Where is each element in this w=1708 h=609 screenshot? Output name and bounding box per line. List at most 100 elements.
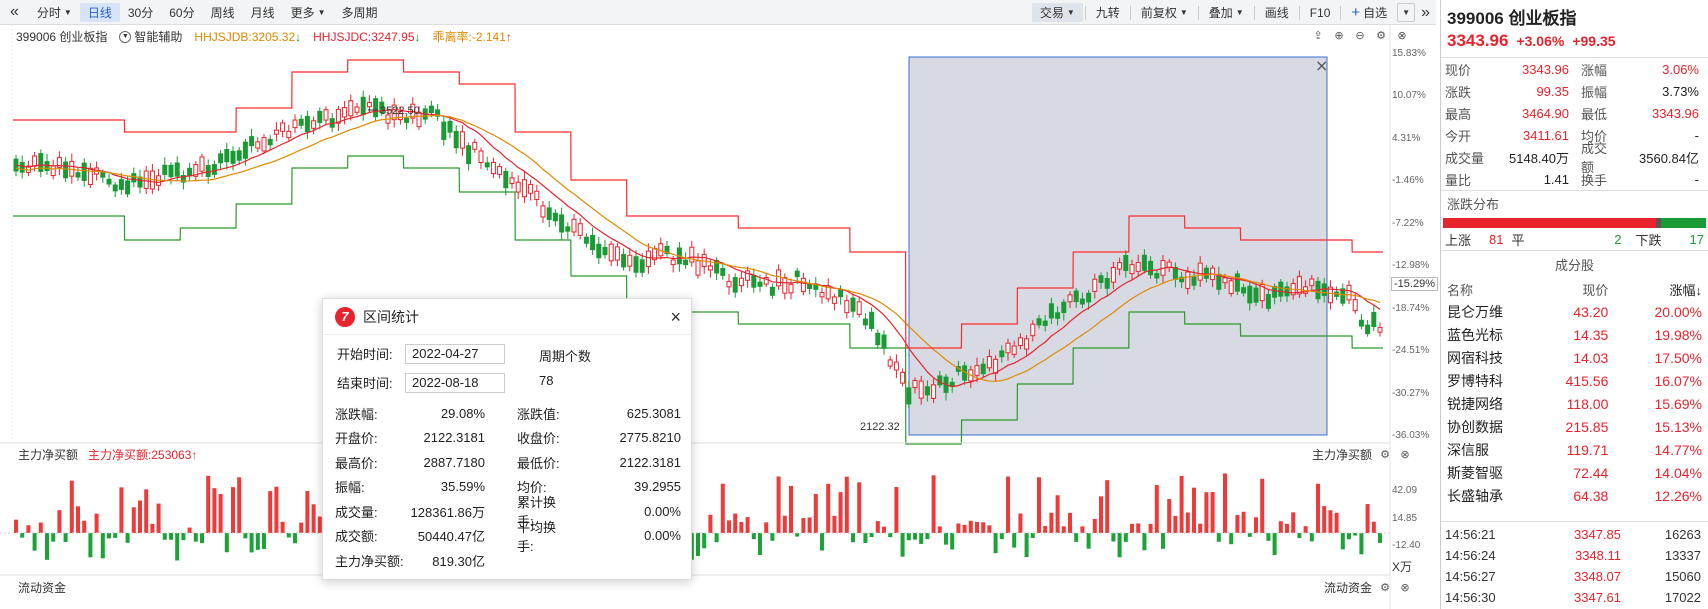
component-row[interactable]: 锐捷网络 118.00 15.69% <box>1441 392 1708 415</box>
candle-body <box>453 130 459 149</box>
volume-bar <box>751 533 756 540</box>
volume-bar <box>1123 533 1128 542</box>
volume-bar <box>32 533 37 551</box>
component-row[interactable]: 罗博特科 415.56 16.07% <box>1441 369 1708 392</box>
volume-bar <box>255 533 260 550</box>
volume-bar <box>739 522 744 533</box>
stats-grid: 涨跌幅: 29.08% 涨跌值: 625.3081 开盘价: 2122.3181 收盘价:… <box>335 401 685 573</box>
candle-body <box>602 247 608 256</box>
candle-body <box>546 207 552 220</box>
volume-bar <box>913 533 917 540</box>
volume-bar <box>1080 526 1085 533</box>
candle-body <box>565 226 571 232</box>
candle-body <box>608 243 614 262</box>
close-icon[interactable]: ⊗ <box>1398 581 1412 595</box>
volume-bar <box>212 488 217 533</box>
candle-body <box>50 165 56 177</box>
candle-body <box>844 300 850 314</box>
volume-bar <box>1074 533 1079 542</box>
candle-body <box>1222 277 1228 284</box>
stat-row: 涨跌幅: 29.08% 涨跌值: 625.3081 <box>335 405 681 422</box>
candle-body <box>931 384 937 399</box>
quote-price: 3343.96 +3.06% +99.35 <box>1447 31 1616 50</box>
component-row[interactable]: 蓝色光标 14.35 19.98% <box>1441 323 1708 346</box>
quote-row: 量比 1.41 换手 - <box>1445 171 1699 188</box>
volume-bar <box>807 517 812 533</box>
candle-body <box>1086 292 1092 303</box>
candle-body <box>869 311 875 329</box>
component-row[interactable]: 深信服 119.71 14.77% <box>1441 438 1708 461</box>
volume-bar <box>268 491 273 533</box>
candle-body <box>1185 271 1191 289</box>
candle-body <box>1228 280 1234 295</box>
app-logo-icon: 7 <box>335 306 355 327</box>
volume-bar <box>875 521 880 533</box>
candle-body <box>168 164 174 178</box>
volume-bar <box>1198 523 1203 533</box>
dialog-header: 7 区间统计 <box>323 299 691 335</box>
selection-close-icon[interactable]: × <box>1315 56 1328 75</box>
volume-bar <box>1204 492 1209 533</box>
candle-body <box>304 115 310 133</box>
volume-bar <box>1142 533 1147 551</box>
volume-bar <box>1024 533 1029 558</box>
up-bar <box>1443 218 1657 228</box>
candle-body <box>726 280 732 288</box>
candle-body <box>1241 287 1247 294</box>
candlestick-chart[interactable]: × 3522.50 2122.32 <box>0 0 1436 609</box>
candle-body <box>484 162 490 168</box>
candle-body <box>63 161 69 179</box>
volume-bar <box>1049 512 1054 533</box>
volume-bar <box>1006 476 1010 533</box>
candle-body <box>900 371 906 384</box>
candle-body <box>633 256 639 273</box>
candle-body <box>205 165 211 177</box>
volume-bar <box>900 533 905 557</box>
candle-body <box>881 334 887 349</box>
volume-bar <box>1272 533 1277 556</box>
volume-bar <box>770 533 775 541</box>
volume-bar <box>863 533 868 544</box>
volume-bar <box>76 506 80 533</box>
volume-bar <box>1241 511 1246 533</box>
price-axis-tick: -24.51% <box>1392 345 1430 357</box>
volume-bar <box>764 522 769 533</box>
candle-body <box>1309 278 1315 287</box>
high-label: 3522.50 <box>380 105 420 117</box>
candle-body <box>751 275 757 288</box>
component-row[interactable]: 网宿科技 14.03 17.50% <box>1441 346 1708 369</box>
volume-bar <box>981 522 986 533</box>
settings-icon[interactable]: ⚙ <box>1378 448 1392 462</box>
candle-body <box>937 375 943 386</box>
down-bar <box>1661 218 1706 228</box>
volume-bar <box>696 533 700 556</box>
candle-body <box>19 161 25 173</box>
volume-bar <box>144 489 149 533</box>
candle-body <box>441 121 447 140</box>
volume-bar <box>231 487 235 533</box>
start-date-input[interactable]: 2022-04-27 <box>405 343 505 364</box>
component-row[interactable]: 长盛轴承 64.38 12.26% <box>1441 484 1708 507</box>
component-row[interactable]: 昆仑万维 43.20 20.00% <box>1441 300 1708 323</box>
candle-body <box>577 223 583 236</box>
settings-icon[interactable]: ⚙ <box>1378 581 1392 595</box>
component-row[interactable]: 协创数据 215.85 15.13% <box>1441 415 1708 438</box>
candle-body <box>1135 262 1141 272</box>
candle-body <box>720 267 726 276</box>
price-axis-tick: 4.31% <box>1392 132 1421 144</box>
volume-bar <box>45 533 49 560</box>
dialog-close-button[interactable]: × <box>670 307 681 328</box>
end-date-input[interactable]: 2022-08-18 <box>405 372 505 393</box>
component-row[interactable]: 斯菱智驱 72.44 14.04% <box>1441 461 1708 484</box>
candle-body <box>255 141 261 149</box>
candle-body <box>1024 338 1030 350</box>
volume-bar <box>280 521 285 533</box>
close-icon[interactable]: ⊗ <box>1398 448 1412 462</box>
interval-stats-dialog: 7 区间统计 × 开始时间: 2022-04-27 结束时间: 2022-08-… <box>322 298 692 580</box>
volume-bar <box>38 522 43 533</box>
sort-change-column[interactable]: 涨幅↓ <box>1608 280 1702 299</box>
volume-bar <box>999 533 1004 540</box>
candle-body <box>683 259 689 266</box>
volume-bar <box>224 533 229 553</box>
volume-bar <box>69 480 74 533</box>
